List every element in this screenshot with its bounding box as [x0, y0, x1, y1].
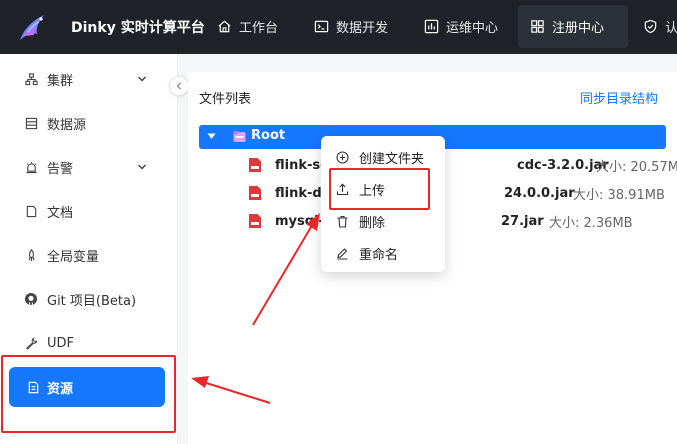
caret-down-icon[interactable]	[207, 133, 216, 140]
nav-label: 注册中心	[552, 21, 605, 36]
wrench-icon	[24, 336, 38, 350]
nav-ops-center[interactable]: 运维中心	[424, 5, 498, 48]
plus-circle-icon	[336, 150, 349, 164]
edit-icon	[337, 247, 348, 260]
nav-registry-center[interactable]: 注册中心	[518, 5, 628, 48]
sidebar-item-document[interactable]: 文档	[0, 191, 177, 231]
nav-auth-center[interactable]: 认	[643, 5, 677, 48]
nav-label: 数据开发	[336, 21, 389, 36]
sidebar-item-label: 文档	[47, 205, 74, 221]
highlight-box-upload	[329, 168, 430, 210]
document-icon	[24, 204, 38, 218]
sidebar-item-label: 全局变量	[47, 249, 100, 265]
nav-label: 运维中心	[446, 21, 499, 36]
sidebar-item-git-project[interactable]: Git 项目(Beta)	[0, 279, 177, 319]
jar-file-icon	[249, 214, 261, 228]
sidebar-item-global-variables[interactable]: 全局变量	[0, 235, 177, 275]
sidebar-collapse-button[interactable]	[169, 76, 189, 96]
dinky-logo[interactable]	[14, 10, 50, 46]
file-size: 大小: 20.57MB	[596, 159, 677, 175]
sidebar-item-label: 告警	[47, 161, 74, 177]
sidebar-item-datasource[interactable]: 数据源	[0, 103, 177, 143]
sidebar-item-label: Git 项目(Beta)	[47, 293, 137, 309]
folder-icon	[233, 131, 246, 142]
panel-title: 文件列表	[199, 92, 252, 107]
delete-icon	[337, 215, 348, 228]
highlight-box-resource	[1, 355, 176, 433]
database-icon	[24, 116, 38, 130]
sidebar-item-label: 集群	[47, 73, 74, 89]
chevron-down-icon[interactable]	[136, 161, 148, 173]
tree-root-label: Root	[251, 128, 286, 143]
grid-icon	[531, 20, 544, 33]
chevron-down-icon[interactable]	[136, 73, 148, 85]
menu-item-label: 重命名	[359, 247, 399, 263]
menu-item-rename[interactable]: 重命名	[321, 238, 445, 268]
terminal-icon	[314, 20, 329, 33]
sidebar-item-cluster[interactable]: 集群	[0, 59, 177, 99]
github-icon	[24, 292, 38, 306]
chart-icon	[424, 19, 439, 34]
menu-item-delete[interactable]: 删除	[321, 206, 445, 236]
sidebar-item-label: UDF	[47, 335, 75, 351]
nav-workbench[interactable]: 工作台	[217, 5, 278, 48]
nav-data-dev[interactable]: 数据开发	[314, 5, 388, 48]
file-size: 大小: 2.36MB	[549, 215, 633, 231]
shield-icon	[644, 19, 657, 34]
nav-label: 工作台	[239, 21, 279, 36]
menu-item-label: 删除	[359, 215, 386, 231]
app-title: Dinky 实时计算平台	[71, 20, 205, 36]
sync-directory-link[interactable]: 同步目录结构	[580, 88, 658, 107]
sidebar-item-alarm[interactable]: 告警	[0, 147, 177, 187]
jar-file-icon	[249, 186, 261, 200]
file-name-suffix: 27.jar	[501, 213, 544, 229]
home-icon	[218, 20, 231, 33]
variable-icon	[24, 248, 38, 262]
cluster-icon	[24, 72, 38, 86]
jar-file-icon	[249, 158, 261, 172]
chevron-left-icon	[176, 82, 181, 90]
file-name-suffix: cdc-3.2.0.jar	[517, 157, 609, 173]
top-header: Dinky 实时计算平台 工作台 数据开发 运维中心 注册中心 认	[0, 0, 677, 54]
file-name-suffix: 24.0.0.jar	[504, 185, 575, 201]
sidebar-item-label: 数据源	[47, 117, 87, 133]
alarm-icon	[24, 160, 38, 174]
nav-label: 认	[665, 21, 677, 36]
menu-item-label: 创建文件夹	[359, 151, 425, 167]
file-size: 大小: 38.91MB	[573, 187, 665, 203]
